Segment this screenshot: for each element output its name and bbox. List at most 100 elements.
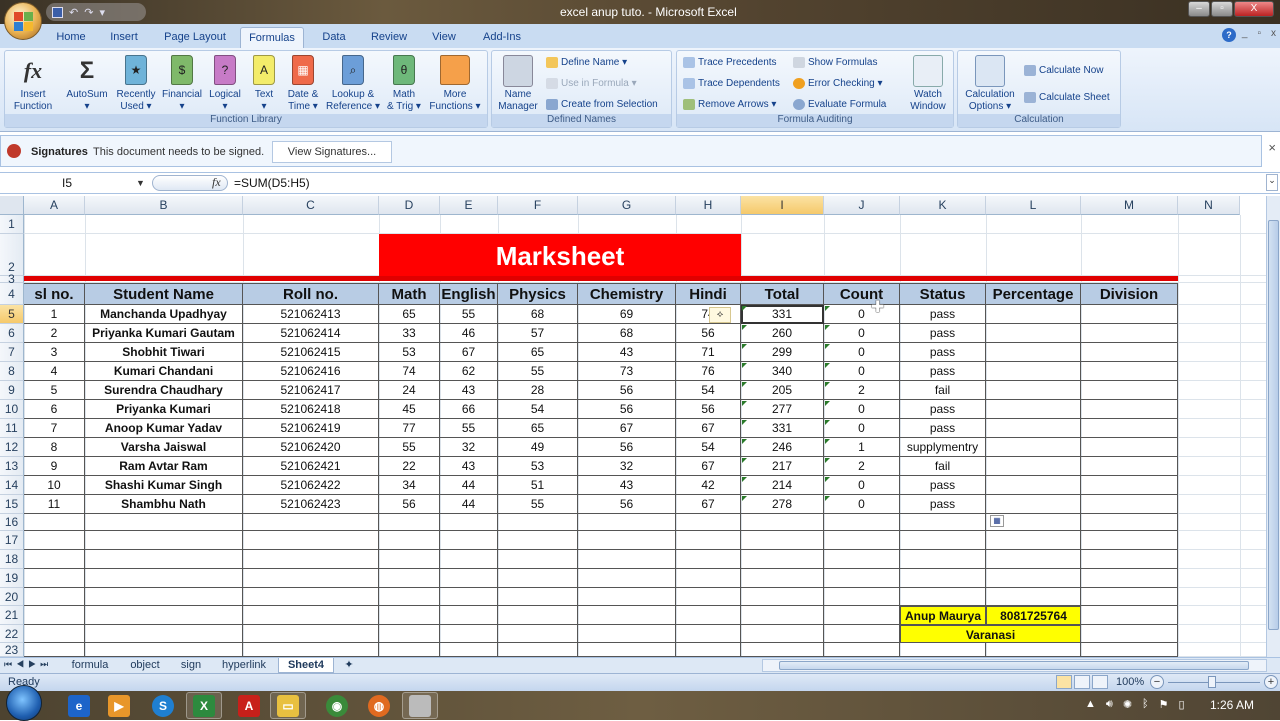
empty-cell[interactable] <box>243 550 379 569</box>
active-cell-i5[interactable]: 331 <box>741 305 824 324</box>
table-cell[interactable]: 56 <box>676 400 741 419</box>
empty-cell[interactable] <box>900 569 986 588</box>
header-roll-no[interactable]: Roll no. <box>243 283 379 305</box>
empty-cell[interactable] <box>440 550 498 569</box>
empty-cell[interactable] <box>24 531 85 550</box>
empty-cell[interactable] <box>578 606 676 625</box>
header-division[interactable]: Division <box>1081 283 1178 305</box>
header-chemistry[interactable]: Chemistry <box>578 283 676 305</box>
table-cell[interactable]: 521062413 <box>243 305 379 324</box>
empty-cell[interactable] <box>243 514 379 531</box>
header-percentage[interactable]: Percentage <box>986 283 1081 305</box>
empty-cell[interactable] <box>986 569 1081 588</box>
table-cell[interactable]: 1 <box>824 438 900 457</box>
column-header-d[interactable]: D <box>379 196 440 215</box>
bluetooth-icon[interactable]: ᛒ <box>1142 698 1149 711</box>
empty-cell[interactable] <box>824 550 900 569</box>
table-cell[interactable]: 32 <box>440 438 498 457</box>
logical-button[interactable]: ? Logical ▾ <box>205 55 245 113</box>
empty-cell[interactable] <box>24 514 85 531</box>
page-break-preview-icon[interactable] <box>1092 675 1108 689</box>
zoom-slider-knob[interactable] <box>1208 676 1216 688</box>
table-cell[interactable]: 33 <box>379 324 440 343</box>
insert-sheet-icon[interactable]: ✦ <box>338 658 360 673</box>
table-cell[interactable]: 45 <box>379 400 440 419</box>
table-cell[interactable]: pass <box>900 305 986 324</box>
header-english[interactable]: English <box>440 283 498 305</box>
table-cell[interactable]: pass <box>900 495 986 514</box>
sheet-nav-arrows-icon[interactable]: ⏮◀▶⏭ <box>4 659 52 670</box>
empty-cell[interactable] <box>986 531 1081 550</box>
tab-home[interactable]: Home <box>52 27 90 48</box>
row-header-3[interactable]: 3 <box>0 273 24 285</box>
table-cell[interactable]: 56 <box>578 438 676 457</box>
table-cell[interactable]: 3 <box>24 343 85 362</box>
table-cell[interactable]: 521062417 <box>243 381 379 400</box>
column-header-g[interactable]: G <box>578 196 676 215</box>
student-name-cell[interactable]: Shobhit Tiwari <box>85 343 243 362</box>
tab-data[interactable]: Data <box>316 27 352 48</box>
table-cell[interactable]: 53 <box>498 457 578 476</box>
empty-cell[interactable] <box>379 625 440 643</box>
table-cell[interactable]: 521062421 <box>243 457 379 476</box>
header-math[interactable]: Math <box>379 283 440 305</box>
empty-cell[interactable] <box>676 514 741 531</box>
empty-cell[interactable] <box>824 643 900 657</box>
table-cell[interactable]: 6 <box>24 400 85 419</box>
empty-cell[interactable] <box>824 531 900 550</box>
table-cell[interactable]: 74 <box>379 362 440 381</box>
row-header-17[interactable]: 17 <box>0 531 24 550</box>
table-cell[interactable]: 521062416 <box>243 362 379 381</box>
empty-cell[interactable] <box>440 514 498 531</box>
table-cell[interactable]: 65 <box>498 343 578 362</box>
empty-cell[interactable] <box>24 550 85 569</box>
table-cell[interactable]: 2 <box>824 381 900 400</box>
student-name-cell[interactable]: Varsha Jaiswal <box>85 438 243 457</box>
table-cell[interactable]: 278 <box>741 495 824 514</box>
empty-cell[interactable] <box>986 643 1081 657</box>
workbook-restore-icon[interactable]: ▫ <box>1257 28 1261 39</box>
table-cell[interactable]: 0 <box>824 400 900 419</box>
table-cell[interactable]: 77 <box>379 419 440 438</box>
table-cell[interactable] <box>1081 495 1178 514</box>
row-header-22[interactable]: 22 <box>0 625 24 643</box>
table-cell[interactable]: 205 <box>741 381 824 400</box>
error-checking-button[interactable]: Error Checking ▾ <box>793 78 883 89</box>
calculation-options-button[interactable]: Calculation Options ▾ <box>960 55 1020 113</box>
student-name-cell[interactable]: Shashi Kumar Singh <box>85 476 243 495</box>
student-name-cell[interactable]: Priyanka Kumari <box>85 400 243 419</box>
empty-cell[interactable] <box>578 588 676 606</box>
table-cell[interactable]: 11 <box>24 495 85 514</box>
table-cell[interactable]: 54 <box>676 438 741 457</box>
empty-cell[interactable] <box>578 531 676 550</box>
empty-cell[interactable] <box>741 514 824 531</box>
table-cell[interactable] <box>1081 381 1178 400</box>
table-cell[interactable]: 521062420 <box>243 438 379 457</box>
empty-cell[interactable] <box>24 606 85 625</box>
table-cell[interactable]: 65 <box>379 305 440 324</box>
empty-cell[interactable] <box>440 643 498 657</box>
skype-icon[interactable]: S <box>152 695 174 717</box>
customize-qat-icon[interactable]: ▾ <box>99 6 105 19</box>
student-name-cell[interactable]: Kumari Chandani <box>85 362 243 381</box>
table-cell[interactable] <box>1081 419 1178 438</box>
table-cell[interactable]: 0 <box>824 362 900 381</box>
table-cell[interactable]: 521062414 <box>243 324 379 343</box>
table-cell[interactable]: 71 <box>676 343 741 362</box>
empty-cell[interactable] <box>379 588 440 606</box>
table-cell[interactable]: 56 <box>578 400 676 419</box>
evaluate-formula-button[interactable]: Evaluate Formula <box>793 99 886 110</box>
sheet-tab-sheet4[interactable]: Sheet4 <box>278 658 334 673</box>
create-from-selection-button[interactable]: Create from Selection <box>546 99 658 110</box>
row-header-12[interactable]: 12 <box>0 438 24 457</box>
empty-cell[interactable] <box>676 588 741 606</box>
table-cell[interactable]: pass <box>900 419 986 438</box>
table-cell[interactable]: 67 <box>440 343 498 362</box>
chrome-icon[interactable]: ◉ <box>326 695 348 717</box>
help-icon[interactable]: ? <box>1222 28 1236 42</box>
empty-cell[interactable] <box>900 550 986 569</box>
table-cell[interactable]: fail <box>900 457 986 476</box>
row-header-8[interactable]: 8 <box>0 362 24 381</box>
table-cell[interactable]: 55 <box>440 419 498 438</box>
table-cell[interactable]: 43 <box>578 476 676 495</box>
